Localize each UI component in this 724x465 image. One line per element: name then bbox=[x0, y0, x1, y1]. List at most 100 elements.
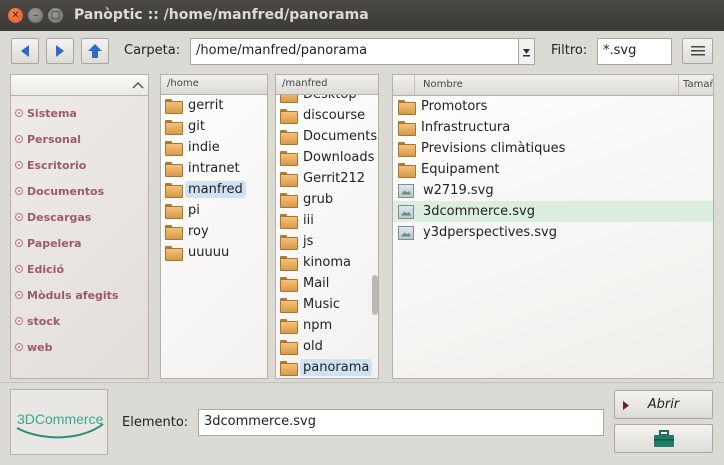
play-icon bbox=[623, 401, 629, 410]
place-item[interactable]: Escritorio bbox=[11, 152, 148, 178]
file-item[interactable]: y3dperspectives.svg bbox=[393, 222, 713, 243]
folder-icon bbox=[280, 130, 298, 145]
place-label: Edició bbox=[27, 262, 65, 276]
element-input[interactable]: 3dcommerce.svg bbox=[198, 409, 604, 436]
folder-icon bbox=[280, 340, 298, 355]
maximize-window-button[interactable]: □ bbox=[48, 8, 63, 23]
file-item[interactable]: w2719.svg bbox=[393, 180, 713, 201]
folder-item[interactable]: Downloads bbox=[276, 147, 378, 168]
briefcase-button[interactable] bbox=[614, 424, 713, 453]
file-name: Infrastructura bbox=[421, 120, 511, 135]
folder-name: old bbox=[303, 339, 323, 354]
file-folder-item[interactable]: Promotors bbox=[393, 96, 713, 117]
place-label: Mòduls afegits bbox=[27, 288, 119, 302]
folder-item[interactable]: gerrit bbox=[161, 95, 267, 116]
file-item[interactable]: 3dcommerce.svg bbox=[393, 201, 713, 222]
folder-icon bbox=[398, 100, 416, 115]
manfred-column: /manfred Desktop discourse Documents Downlo… bbox=[275, 74, 379, 379]
places-header[interactable] bbox=[11, 75, 148, 96]
folder-icon bbox=[280, 277, 298, 292]
file-folder-item[interactable]: Equipament bbox=[393, 159, 713, 180]
arrow-left-icon bbox=[21, 45, 29, 57]
folder-item[interactable]: roy bbox=[161, 221, 267, 242]
folder-name: js bbox=[303, 234, 314, 249]
place-item[interactable]: web bbox=[11, 334, 148, 360]
folder-item[interactable]: Gerrit212 bbox=[276, 168, 378, 189]
place-item[interactable]: Descargas bbox=[11, 204, 148, 230]
folder-icon bbox=[398, 142, 416, 157]
minimize-icon: – bbox=[33, 9, 38, 21]
folder-name: Mail bbox=[303, 276, 330, 291]
folder-item[interactable]: npm bbox=[276, 315, 378, 336]
folder-item[interactable]: Desktop bbox=[276, 95, 378, 105]
close-icon: ✕ bbox=[11, 9, 20, 21]
folder-item[interactable]: Documents bbox=[276, 126, 378, 147]
file-folder-item[interactable]: Previsions climàtiques bbox=[393, 138, 713, 159]
folder-dropdown-button[interactable] bbox=[518, 39, 534, 64]
places-panel: Sistema Personal Escritorio Documentos Desca… bbox=[10, 74, 149, 379]
maximize-icon: □ bbox=[50, 9, 61, 21]
place-label: Sistema bbox=[27, 106, 77, 120]
place-bullet-icon bbox=[15, 343, 23, 351]
file-name: Promotors bbox=[421, 99, 488, 114]
place-item[interactable]: Mòduls afegits bbox=[11, 282, 148, 308]
place-bullet-icon bbox=[15, 317, 23, 325]
folder-name: panorama bbox=[300, 359, 373, 376]
file-folder-item[interactable]: Infrastructura bbox=[393, 117, 713, 138]
filter-input[interactable]: *.svg bbox=[597, 38, 672, 65]
file-name: Equipament bbox=[421, 162, 500, 177]
size-column-header[interactable]: Tamañ bbox=[683, 79, 713, 90]
menu-button[interactable] bbox=[682, 38, 713, 64]
place-item[interactable]: Documentos bbox=[11, 178, 148, 204]
folder-item[interactable]: Mail bbox=[276, 273, 378, 294]
place-item[interactable]: Sistema bbox=[11, 100, 148, 126]
file-name: 3dcommerce.svg bbox=[423, 204, 536, 219]
place-item[interactable]: Edició bbox=[11, 256, 148, 282]
files-header: Nombre Tamañ bbox=[393, 75, 713, 96]
folder-icon bbox=[165, 246, 183, 261]
folder-icon bbox=[165, 120, 183, 135]
files-list: Promotors Infrastructura Previsions climàt… bbox=[393, 96, 713, 243]
folder-label: Carpeta: bbox=[124, 43, 181, 58]
folder-item[interactable]: discourse bbox=[276, 105, 378, 126]
image-file-icon bbox=[398, 204, 414, 219]
preview-logo: 3DCommerce bbox=[10, 389, 108, 455]
folder-item[interactable]: iii bbox=[276, 210, 378, 231]
place-item[interactable]: Papelera bbox=[11, 230, 148, 256]
place-item[interactable]: Personal bbox=[11, 126, 148, 152]
open-button[interactable]: Abrir bbox=[614, 390, 713, 419]
place-bullet-icon bbox=[15, 239, 23, 247]
folder-icon bbox=[165, 141, 183, 156]
folder-item[interactable]: pi bbox=[161, 200, 267, 221]
folder-item[interactable]: intranet bbox=[161, 158, 267, 179]
folder-item[interactable]: indie bbox=[161, 137, 267, 158]
folder-item[interactable]: panorama bbox=[276, 357, 378, 378]
manfred-scrollbar[interactable] bbox=[372, 275, 378, 315]
folder-item[interactable]: manfred bbox=[161, 179, 267, 200]
close-window-button[interactable]: ✕ bbox=[8, 8, 23, 23]
folder-item[interactable]: old bbox=[276, 336, 378, 357]
file-name: w2719.svg bbox=[423, 183, 494, 198]
up-button[interactable] bbox=[81, 38, 109, 64]
minimize-window-button[interactable]: – bbox=[28, 8, 43, 23]
folder-item[interactable]: js bbox=[276, 231, 378, 252]
files-panel: Nombre Tamañ Promotors Infrastructura Prev… bbox=[392, 74, 714, 379]
folder-item[interactable]: grub bbox=[276, 189, 378, 210]
folder-item[interactable]: kinoma bbox=[276, 252, 378, 273]
open-button-label: Abrir bbox=[647, 397, 680, 412]
window-title: Panòptic :: /home/manfred/panorama bbox=[74, 7, 369, 23]
folder-path-input[interactable]: /home/manfred/panorama bbox=[190, 38, 535, 65]
folder-item[interactable]: uuuuu bbox=[161, 242, 267, 263]
place-item[interactable]: stock bbox=[11, 308, 148, 334]
manfred-list: Desktop discourse Documents Downloads Gerrit… bbox=[276, 95, 378, 378]
place-bullet-icon bbox=[15, 291, 23, 299]
folder-icon bbox=[280, 319, 298, 334]
folder-name: grub bbox=[303, 192, 334, 207]
back-button[interactable] bbox=[11, 38, 39, 64]
forward-button[interactable] bbox=[46, 38, 74, 64]
folder-icon bbox=[280, 235, 298, 250]
folder-item[interactable]: Music bbox=[276, 294, 378, 315]
folder-icon bbox=[398, 121, 416, 136]
name-column-header[interactable]: Nombre bbox=[423, 79, 463, 90]
folder-item[interactable]: git bbox=[161, 116, 267, 137]
